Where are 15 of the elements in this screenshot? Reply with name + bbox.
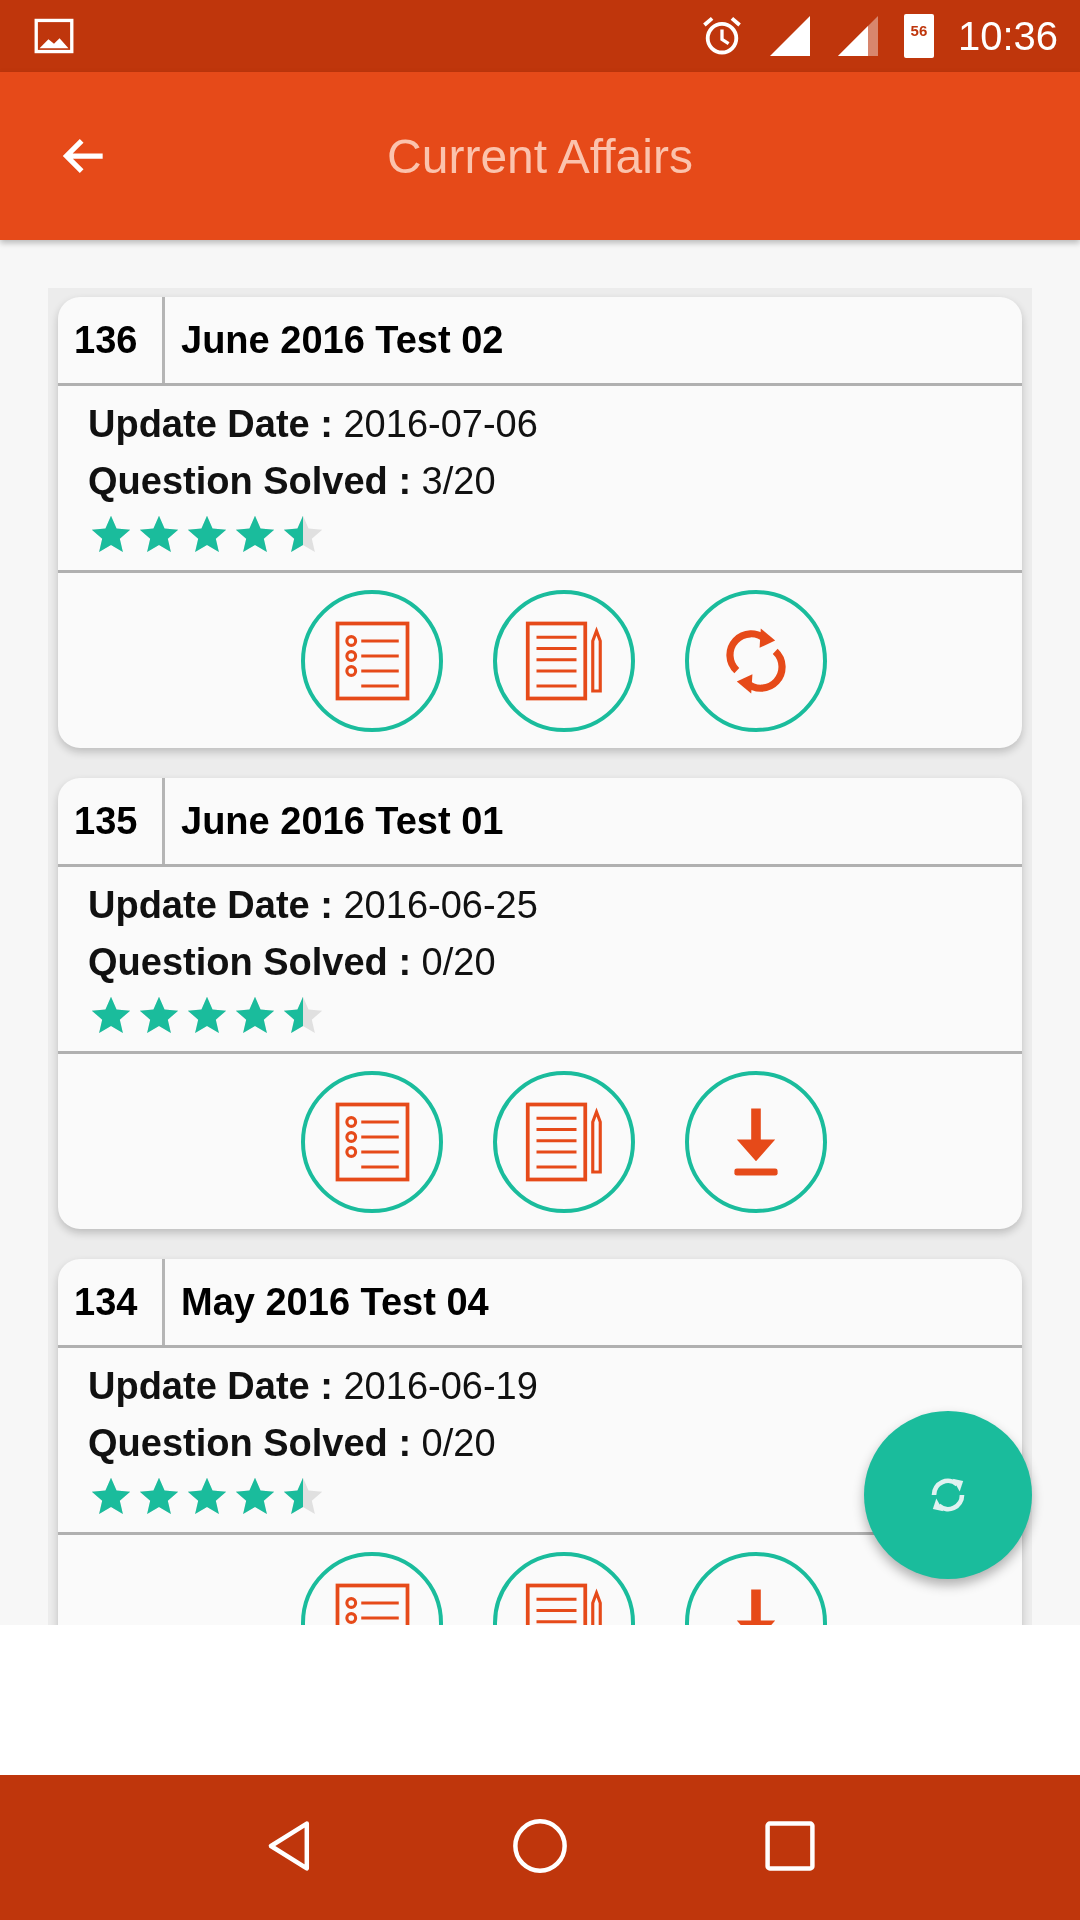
update-date: Update Date : 2016-06-25 <box>88 883 538 928</box>
test-number: 134 <box>58 1259 165 1345</box>
update-date: Update Date : 2016-07-06 <box>88 402 538 447</box>
test-title: June 2016 Test 02 <box>180 318 504 362</box>
battery-level: 56 <box>910 22 928 39</box>
test-title: May 2016 Test 04 <box>180 1280 489 1324</box>
test-number: 135 <box>58 778 165 864</box>
clock-time: 10:36 <box>957 13 1058 59</box>
questions-solved: Question Solved : 0/20 <box>88 1421 496 1466</box>
questions-solved: Question Solved : 3/20 <box>88 459 496 504</box>
test-number: 136 <box>58 297 165 383</box>
screen-title: Current Affairs <box>387 128 693 184</box>
test-title: June 2016 Test 01 <box>180 799 504 843</box>
questions-solved: Question Solved : 0/20 <box>88 940 496 985</box>
update-date: Update Date : 2016-06-19 <box>88 1364 538 1409</box>
